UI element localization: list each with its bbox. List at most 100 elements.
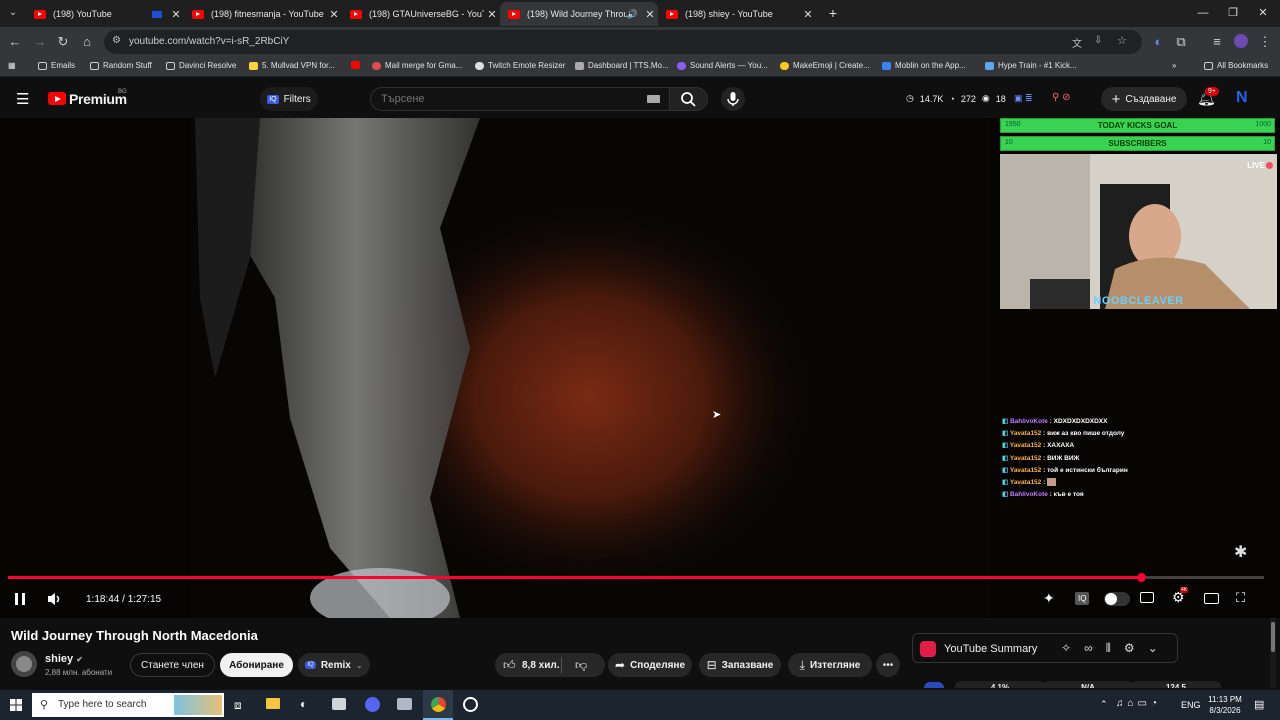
audio-playing-icon[interactable]: 🔊	[627, 9, 638, 20]
video-player[interactable]: 1950 TODAY KICKS GOAL 1000 10 SUBSCRIBER…	[0, 118, 1280, 618]
media-control-icon[interactable]: ≡	[1208, 33, 1226, 51]
close-window-button[interactable]: ✕	[1248, 4, 1278, 22]
app-icon-arrow[interactable]: ◐	[300, 697, 307, 711]
extension-icon[interactable]: ◖	[1148, 33, 1166, 51]
extension-alert-icon[interactable]: ⚲ ⊘	[1052, 92, 1070, 103]
keyboard-icon[interactable]	[647, 95, 660, 103]
sparkle-icon[interactable]: ✦	[1043, 590, 1055, 607]
reload-button[interactable]: ↻	[54, 33, 72, 51]
remix-button[interactable]: IQ Remix ⌄	[298, 653, 370, 677]
apps-grid-icon[interactable]: ▦	[8, 61, 16, 70]
bookmark-moblin[interactable]: Moblin on the App...	[882, 61, 966, 70]
discord-icon[interactable]	[365, 697, 380, 712]
tab-fitnesmanja[interactable]: (198) fitnesmanja - YouTube ✕	[184, 2, 342, 26]
bookmark-random-stuff[interactable]: Random Stuff	[90, 61, 152, 70]
home-button[interactable]: ⌂	[78, 33, 96, 51]
bookmark-mail-merge[interactable]: Mail merge for Gma...	[372, 61, 462, 70]
account-avatar[interactable]: N	[1236, 89, 1248, 107]
page-scrollbar[interactable]	[1270, 618, 1276, 688]
download-button[interactable]: ⤓ Изтегляне	[788, 653, 872, 677]
pause-button[interactable]	[13, 591, 27, 607]
chrome-taskbar-button[interactable]	[423, 690, 453, 720]
subscribe-button[interactable]: Абониране	[220, 653, 293, 677]
progress-scrubber[interactable]	[1136, 573, 1146, 582]
all-bookmarks[interactable]: All Bookmarks	[1204, 61, 1268, 70]
new-tab-button[interactable]: +	[818, 4, 848, 22]
task-view-icon[interactable]: ⧈	[234, 698, 242, 713]
ai-sparkle-icon[interactable]: ✧	[1061, 641, 1071, 656]
bookmark-hype-train[interactable]: Hype Train - #1 Kick...	[985, 61, 1077, 70]
tab-search-icon[interactable]: ⌄	[4, 4, 22, 22]
app-icon-monitor[interactable]	[397, 698, 412, 710]
youtube-summary-panel[interactable]: YouTube Summary ✧ ∞ ⦀ ⚙ ⌄	[912, 633, 1178, 663]
glasses-icon[interactable]: ∞	[1084, 641, 1093, 656]
bookmark-makeemoji[interactable]: MakeEmoji | Create...	[780, 61, 870, 70]
translate-icon[interactable]: 文	[1072, 35, 1082, 50]
file-explorer-icon[interactable]	[266, 698, 280, 709]
theater-mode-icon[interactable]	[1204, 593, 1219, 604]
like-count[interactable]: 8,8 хил.	[522, 660, 560, 671]
close-tab-icon[interactable]: ✕	[484, 8, 500, 21]
back-button[interactable]: ←	[6, 33, 24, 51]
taskbar-search-box[interactable]: ⚲ Type here to search	[32, 693, 224, 717]
address-bar[interactable]: ⚙ youtube.com/watch?v=i-sR_2RbCiY 文 ⇩ ☆	[104, 30, 1142, 54]
create-button[interactable]: + Създаване	[1101, 87, 1187, 111]
join-button[interactable]: Станете член	[130, 653, 215, 677]
close-tab-icon[interactable]: ✕	[168, 8, 184, 21]
search-button[interactable]	[670, 87, 708, 111]
site-info-icon[interactable]: ⚙	[112, 35, 121, 46]
bookmark-sound-alerts[interactable]: Sound Alerts — You...	[677, 61, 768, 70]
iq-player-icon[interactable]: IQ	[1075, 592, 1090, 605]
language-indicator[interactable]: ENG	[1181, 700, 1201, 710]
app-icon-circle[interactable]	[463, 697, 478, 712]
system-tray-overflow-icon[interactable]: ⌃	[1100, 699, 1108, 710]
notification-center-icon[interactable]: ▤	[1254, 698, 1264, 711]
youtube-logo-icon[interactable]	[48, 92, 66, 105]
windows-start-icon[interactable]	[10, 699, 22, 711]
autoplay-toggle[interactable]	[1104, 592, 1130, 606]
bookmark-davinci[interactable]: Davinci Resolve	[166, 61, 236, 70]
volume-button[interactable]	[46, 591, 64, 607]
channel-avatar[interactable]	[11, 651, 37, 677]
subtitles-icon[interactable]	[1140, 592, 1154, 603]
hamburger-menu-icon[interactable]: ☰	[16, 90, 29, 108]
like-icon[interactable]: 👍︎	[503, 658, 516, 673]
progress-bar[interactable]	[8, 573, 1264, 582]
bookmark-star-icon[interactable]: ☆	[1117, 34, 1127, 47]
waveform-icon[interactable]: ⦀	[1106, 641, 1111, 656]
install-app-icon[interactable]: ⇩	[1094, 35, 1102, 46]
summary-expand-icon[interactable]: ⌄	[1148, 641, 1158, 656]
app-icon-window[interactable]	[332, 698, 346, 710]
bookmark-mullvad[interactable]: 5. Mullvad VPN for...	[249, 61, 335, 70]
close-tab-icon[interactable]: ✕	[800, 8, 816, 21]
summary-settings-icon[interactable]: ⚙	[1124, 641, 1135, 656]
bookmark-tts[interactable]: Dashboard | TTS.Mo...	[575, 61, 669, 70]
system-tray-icons[interactable]: ♫⌂▭◔	[1116, 698, 1161, 709]
chrome-menu-icon[interactable]: ⋮	[1256, 33, 1274, 51]
save-button[interactable]: ⊟ Запазване	[699, 653, 781, 677]
channel-name[interactable]: shiey ✔	[45, 653, 83, 665]
fullscreen-icon[interactable]: ⛶	[1236, 590, 1245, 606]
more-actions-button[interactable]: •••	[876, 653, 900, 677]
dislike-icon[interactable]: 👎︎	[575, 658, 587, 673]
search-input[interactable]	[370, 87, 670, 111]
iq-extension-icon[interactable]: ▣ ≣	[1014, 93, 1033, 104]
share-button[interactable]: ➦ Споделяне	[608, 653, 692, 677]
extensions-puzzle-icon[interactable]: ⧉	[1172, 33, 1190, 51]
tab-gtauniversebg[interactable]: (198) GTAUniverseBG - YouTube ✕	[342, 2, 500, 26]
clock[interactable]: 11:13 PM 8/3/2026	[1206, 694, 1244, 716]
tab-wild-journey[interactable]: (198) Wild Journey Throug 🔊 ✕	[500, 2, 658, 26]
restore-button[interactable]: ❐	[1218, 4, 1248, 22]
bookmark-twitch-resizer[interactable]: Twitch Emote Resizer	[475, 61, 565, 70]
forward-button[interactable]: →	[31, 33, 49, 51]
voice-search-button[interactable]	[721, 87, 745, 111]
tab-shiey[interactable]: (198) shiey - YouTube ✕	[658, 2, 816, 26]
bookmark-youtube-red[interactable]	[351, 61, 364, 69]
minimize-button[interactable]: —	[1188, 4, 1218, 22]
filters-button[interactable]: IQ Filters	[260, 87, 318, 111]
bookmark-emails[interactable]: Emails	[38, 61, 75, 70]
bookmarks-overflow-icon[interactable]: »	[1172, 61, 1176, 70]
tab-youtube-home[interactable]: (198) YouTube ✕	[26, 2, 184, 26]
close-tab-icon[interactable]: ✕	[642, 8, 658, 21]
profile-avatar[interactable]	[1234, 34, 1248, 48]
